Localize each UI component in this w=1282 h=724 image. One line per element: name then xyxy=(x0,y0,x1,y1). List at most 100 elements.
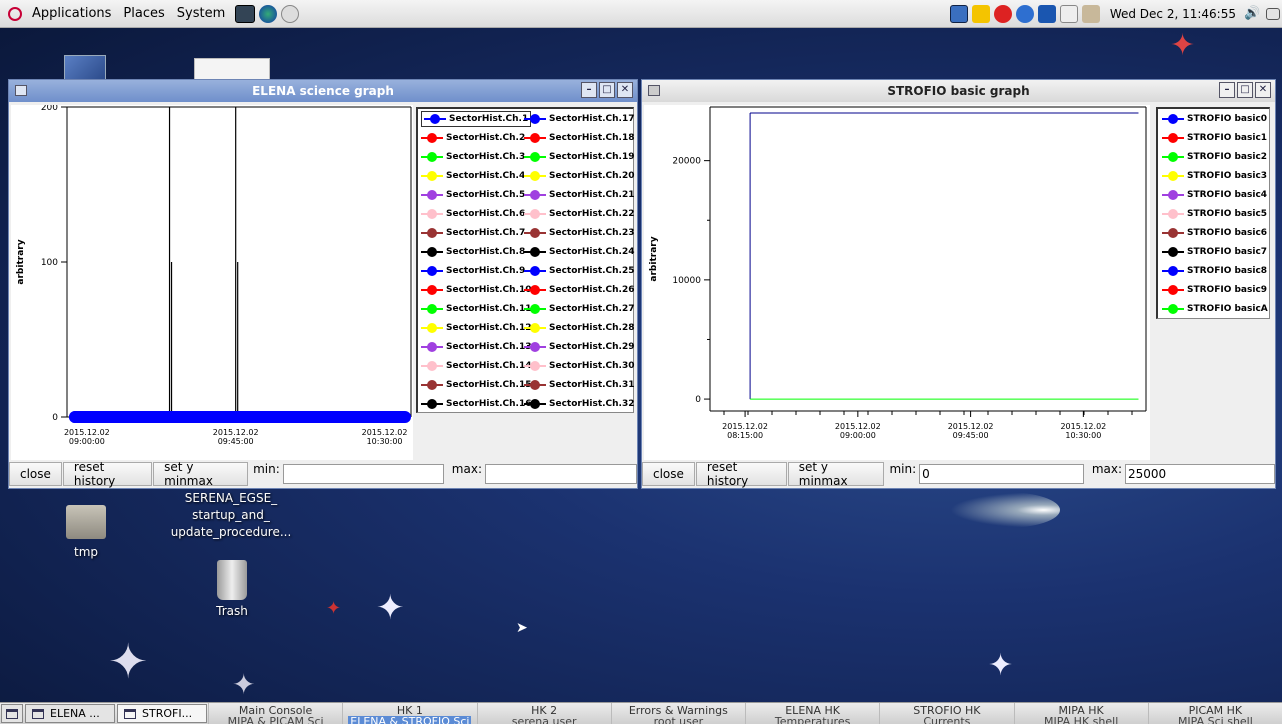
legend-entry[interactable]: SectorHist.Ch.1 xyxy=(421,111,532,127)
set-y-minmax-button[interactable]: set y minmax xyxy=(787,460,885,488)
legend-entry[interactable]: SectorHist.Ch.17 xyxy=(524,111,635,127)
legend-entry[interactable]: SectorHist.Ch.24 xyxy=(524,244,635,260)
legend-entry[interactable]: SectorHist.Ch.2 xyxy=(421,130,525,146)
max-input[interactable] xyxy=(1125,464,1276,484)
legend-entry[interactable]: SectorHist.Ch.4 xyxy=(421,168,525,184)
minimize-icon[interactable]: – xyxy=(1219,82,1235,98)
bug-icon[interactable] xyxy=(993,5,1012,23)
monitor-icon[interactable] xyxy=(949,5,968,23)
legend-entry[interactable]: SectorHist.Ch.32 xyxy=(524,396,635,412)
legend-entry[interactable]: STROFIO basic3 xyxy=(1162,168,1267,184)
show-desktop-button[interactable] xyxy=(1,704,23,723)
workspace-main-console[interactable]: Main Console MIPA & PICAM Sci xyxy=(208,703,342,724)
legend-entry[interactable]: SectorHist.Ch.15 xyxy=(421,377,532,393)
legend-entry[interactable]: STROFIO basic1 xyxy=(1162,130,1267,146)
workspace-picam-hk[interactable]: PICAM HK MIPA Sci shell xyxy=(1147,703,1282,724)
legend-entry[interactable]: SectorHist.Ch.8 xyxy=(421,244,525,260)
workspace-strofio-hk[interactable]: STROFIO HK Currents xyxy=(879,703,1013,724)
maximize-icon[interactable]: □ xyxy=(1237,82,1253,98)
legend-entry[interactable]: STROFIO basic0 xyxy=(1162,111,1267,127)
notes-icon[interactable] xyxy=(971,5,990,23)
taskbar-window-elena[interactable]: ELENA ... xyxy=(25,704,115,723)
legend-entry[interactable]: SectorHist.Ch.27 xyxy=(524,301,635,317)
clock[interactable]: Wed Dec 2, 11:46:55 xyxy=(1110,7,1236,21)
legend-entry[interactable]: SectorHist.Ch.16 xyxy=(421,396,532,412)
legend-entry[interactable]: SectorHist.Ch.3 xyxy=(421,149,525,165)
legend-entry[interactable]: SectorHist.Ch.26 xyxy=(524,282,635,298)
min-input[interactable] xyxy=(919,464,1084,484)
legend-entry[interactable]: STROFIO basic2 xyxy=(1162,149,1267,165)
window-titlebar[interactable]: STROFIO basic graph – □ ✕ xyxy=(642,80,1275,102)
legend-entry[interactable]: SectorHist.Ch.31 xyxy=(524,377,635,393)
legend-entry[interactable]: SectorHist.Ch.14 xyxy=(421,358,532,374)
legend-entry[interactable]: STROFIO basic6 xyxy=(1162,225,1267,241)
volume-icon[interactable]: 🔊 xyxy=(1244,5,1262,23)
legend-entry[interactable]: STROFIO basicA xyxy=(1162,301,1268,317)
legend-entry[interactable]: SectorHist.Ch.13 xyxy=(421,339,532,355)
window-menu-icon[interactable] xyxy=(15,85,27,96)
display-icon[interactable] xyxy=(1037,5,1056,23)
legend-entry[interactable]: SectorHist.Ch.21 xyxy=(524,187,635,203)
close-icon[interactable]: ✕ xyxy=(1255,82,1271,98)
legend-entry[interactable]: SectorHist.Ch.30 xyxy=(524,358,635,374)
monitor-launcher-icon[interactable] xyxy=(235,4,256,23)
legend-label: SectorHist.Ch.7 xyxy=(446,228,526,238)
search-icon[interactable] xyxy=(1059,5,1078,23)
places-menu[interactable]: Places xyxy=(117,0,170,28)
max-input[interactable] xyxy=(484,464,637,484)
legend-entry[interactable]: STROFIO basic5 xyxy=(1162,206,1267,222)
maximize-icon[interactable]: □ xyxy=(599,82,615,98)
legend-entry[interactable]: SectorHist.Ch.20 xyxy=(524,168,635,184)
legend-entry[interactable]: STROFIO basic8 xyxy=(1162,263,1267,279)
elena-science-graph-window: ELENA science graph – □ ✕ 0 100 200 arbitrary… xyxy=(8,79,638,489)
min-input[interactable] xyxy=(282,464,444,484)
legend-entry[interactable]: SectorHist.Ch.10 xyxy=(421,282,532,298)
desktop-icon-serena-egse[interactable]: SERENA_EGSE_ startup_and_ update_procedu… xyxy=(160,490,302,541)
reset-history-button[interactable]: reset history xyxy=(695,460,787,488)
workspace-elena-hk[interactable]: ELENA HK Temperatures xyxy=(745,703,879,724)
show-desktop-icon[interactable] xyxy=(1266,8,1280,20)
legend-entry[interactable]: STROFIO basic9 xyxy=(1162,282,1267,298)
window-titlebar[interactable]: ELENA science graph – □ ✕ xyxy=(9,80,637,102)
workspace-hk2[interactable]: HK 2 serena user xyxy=(476,703,611,724)
legend-entry[interactable]: STROFIO basic4 xyxy=(1162,187,1267,203)
legend-entry[interactable]: STROFIO basic7 xyxy=(1162,244,1267,260)
legend-entry[interactable]: SectorHist.Ch.19 xyxy=(524,149,635,165)
accessibility-icon[interactable] xyxy=(1015,5,1034,23)
workspace-hk1[interactable]: HK 1 ELENA & STROFIO Sci xyxy=(342,703,476,724)
legend-label: STROFIO basic7 xyxy=(1187,247,1268,257)
desktop-item[interactable] xyxy=(64,55,106,81)
workspace-errors-warnings[interactable]: Errors & Warnings root user xyxy=(610,703,745,724)
legend-entry[interactable]: SectorHist.Ch.18 xyxy=(524,130,635,146)
user-icon[interactable] xyxy=(1081,5,1100,23)
minimize-icon[interactable]: – xyxy=(581,82,597,98)
legend-entry[interactable]: SectorHist.Ch.6 xyxy=(421,206,525,222)
reset-history-button[interactable]: reset history xyxy=(62,460,153,488)
close-button[interactable]: close xyxy=(642,462,695,486)
browser-launcher-icon[interactable] xyxy=(259,4,278,23)
window-menu-icon[interactable] xyxy=(648,85,660,96)
legend-entry[interactable]: SectorHist.Ch.22 xyxy=(524,206,635,222)
taskbar-window-strofio[interactable]: STROFI... xyxy=(117,704,207,723)
legend-entry[interactable]: SectorHist.Ch.23 xyxy=(524,225,635,241)
legend-swatch xyxy=(421,152,443,162)
legend-entry[interactable]: SectorHist.Ch.7 xyxy=(421,225,525,241)
legend-entry[interactable]: SectorHist.Ch.25 xyxy=(524,263,635,279)
workspace-mipa-hk[interactable]: MIPA HK MIPA HK shell xyxy=(1013,703,1148,724)
set-y-minmax-button[interactable]: set y minmax xyxy=(153,460,249,488)
debian-logo-icon[interactable] xyxy=(4,3,26,25)
close-icon[interactable]: ✕ xyxy=(617,82,633,98)
legend-entry[interactable]: SectorHist.Ch.5 xyxy=(421,187,525,203)
legend-entry[interactable]: SectorHist.Ch.28 xyxy=(524,320,635,336)
network-launcher-icon[interactable] xyxy=(281,4,300,23)
legend-entry[interactable]: SectorHist.Ch.9 xyxy=(421,263,525,279)
legend-entry[interactable]: SectorHist.Ch.12 xyxy=(421,320,532,336)
desktop-icon-tmp[interactable]: tmp xyxy=(60,505,112,559)
desktop-icon-trash[interactable]: Trash xyxy=(206,560,258,618)
legend-entry[interactable]: SectorHist.Ch.11 xyxy=(421,301,532,317)
applications-menu[interactable]: Applications xyxy=(26,0,117,28)
close-button[interactable]: close xyxy=(9,462,62,486)
desktop-item[interactable] xyxy=(194,58,270,80)
system-menu[interactable]: System xyxy=(171,0,231,28)
legend-entry[interactable]: SectorHist.Ch.29 xyxy=(524,339,635,355)
